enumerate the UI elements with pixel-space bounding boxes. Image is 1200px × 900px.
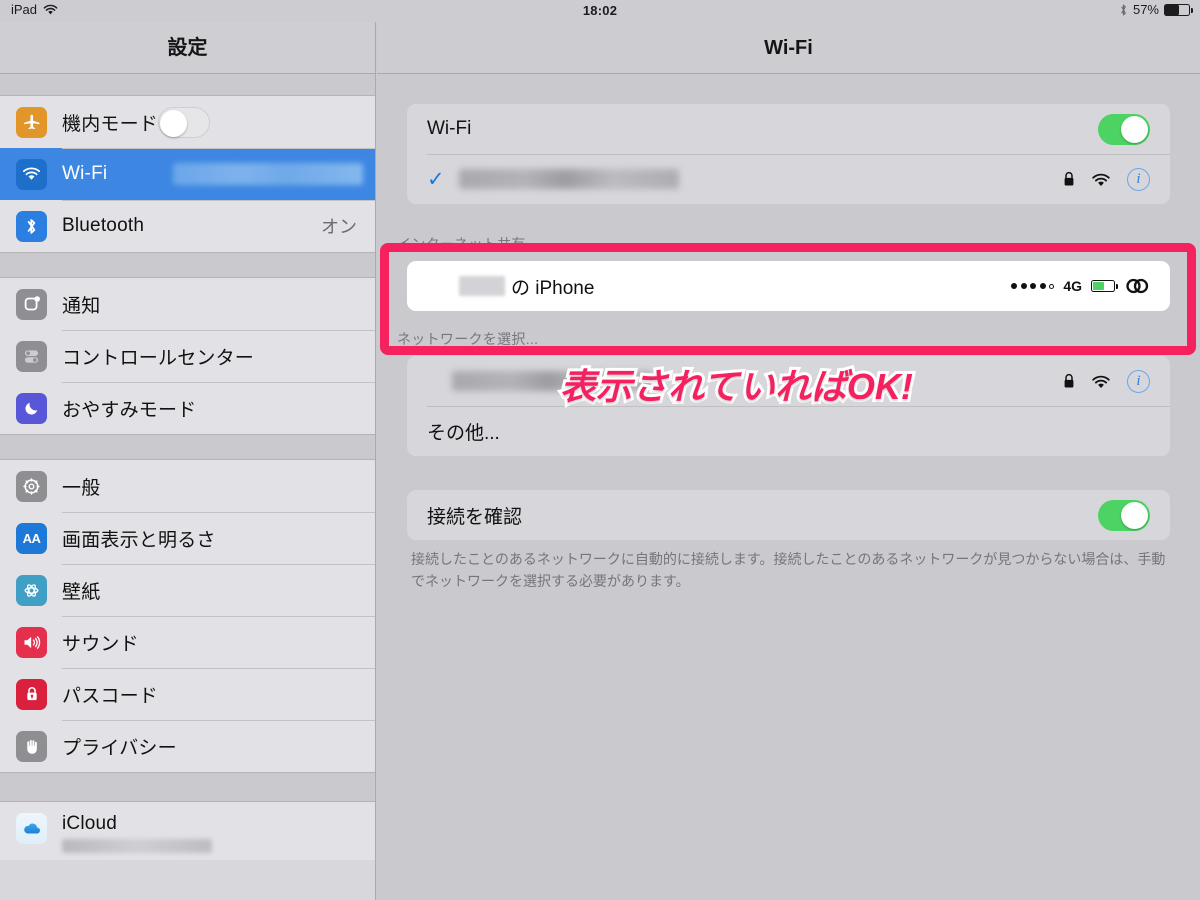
sidebar-item-bluetooth[interactable]: Bluetooth オン [0, 200, 375, 252]
sidebar-item-wifi[interactable]: Wi-Fi [0, 148, 375, 200]
sidebar-group-notifications: 通知 コントロールセンター おやすみモード [0, 278, 375, 434]
wifi-icon [1091, 374, 1111, 389]
wifi-icon [16, 158, 47, 190]
wifi-row-label: Wi-Fi [427, 118, 472, 139]
notifications-icon [16, 288, 47, 320]
battery-icon [1164, 3, 1193, 16]
bluetooth-icon [1119, 3, 1128, 17]
wifi-card: Wi-Fi ✓ i [407, 104, 1170, 204]
other-network-label: その他... [427, 422, 500, 444]
connected-ssid-redacted [458, 169, 679, 189]
sidebar-item-privacy[interactable]: プライバシー [0, 720, 375, 772]
sidebar-item-airplane-mode[interactable]: 機内モード [0, 96, 375, 148]
sidebar-item-display-brightness[interactable]: AA 画面表示と明るさ [0, 512, 375, 564]
detail-title: Wi-Fi [377, 22, 1200, 74]
sidebar-item-label: サウンド [62, 633, 139, 655]
group-divider [0, 74, 375, 96]
tether-battery-icon [1091, 280, 1119, 292]
control-center-icon [16, 340, 47, 372]
tether-device-suffix: の iPhone [511, 277, 595, 299]
choose-network-header: ネットワークを選択... [397, 331, 539, 347]
ask-to-join-row[interactable]: 接続を確認 [407, 490, 1170, 540]
chain-link-icon [1124, 276, 1150, 296]
sidebar-item-notifications[interactable]: 通知 [0, 278, 375, 330]
sidebar-item-label: Bluetooth [62, 215, 145, 236]
info-icon[interactable]: i [1127, 167, 1150, 191]
checkmark-icon: ✓ [427, 167, 445, 191]
group-divider [0, 434, 375, 460]
do-not-disturb-icon [16, 392, 47, 424]
sidebar-item-label: コントロールセンター [62, 347, 255, 369]
sidebar-item-do-not-disturb[interactable]: おやすみモード [0, 382, 375, 434]
ask-to-join-footer: 接続したことのあるネットワークに自動的に接続します。接続したことのあるネットワー… [411, 551, 1166, 589]
airplane-mode-switch[interactable] [158, 106, 211, 138]
wifi-switch[interactable] [1098, 113, 1150, 145]
sidebar-item-label: 通知 [62, 295, 101, 317]
sidebar-item-icloud[interactable]: iCloud [0, 802, 375, 860]
lock-icon [1063, 171, 1075, 187]
wallpaper-icon [16, 574, 47, 606]
status-bar-right: 57% [1119, 2, 1193, 17]
connected-network-row[interactable]: ✓ i [407, 154, 1170, 204]
annotation-text: 表示されていればOK! [557, 363, 916, 410]
tether-status-indicators: 4G [1011, 276, 1150, 296]
sidebar-item-sounds[interactable]: サウンド [0, 616, 375, 668]
sidebar-group-accounts: iCloud [0, 802, 375, 860]
sidebar-item-label: プライバシー [62, 737, 177, 759]
airplane-icon [16, 106, 47, 138]
sidebar-item-label: パスコード [62, 685, 159, 707]
sidebar-item-label: 画面表示と明るさ [62, 529, 216, 551]
page-title: 設定 [0, 22, 375, 74]
sidebar-item-label: Wi-Fi [62, 163, 108, 184]
sound-icon [16, 626, 47, 658]
privacy-hand-icon [16, 730, 47, 762]
internet-sharing-header: インターネット共有 [397, 236, 526, 252]
sidebar-wifi-value-redacted [173, 163, 363, 185]
info-icon[interactable]: i [1127, 369, 1150, 393]
sidebar-item-control-center[interactable]: コントロールセンター [0, 330, 375, 382]
sidebar-item-passcode[interactable]: パスコード [0, 668, 375, 720]
sidebar-item-label: iCloud [62, 813, 118, 834]
sidebar-item-general[interactable]: 一般 [0, 460, 375, 512]
sidebar-group-system: 一般 AA 画面表示と明るさ 壁紙 サウンド パスコード プライバシー [0, 460, 375, 772]
display-brightness-icon: AA [16, 522, 47, 554]
icloud-icon [16, 813, 47, 844]
sidebar-item-label: 一般 [62, 477, 101, 499]
gear-icon [16, 470, 47, 502]
other-network-row[interactable]: その他... [407, 406, 1170, 456]
wifi-icon [1091, 172, 1111, 187]
internet-sharing-card: の iPhone 4G [407, 261, 1170, 311]
tether-device-name-redacted [459, 276, 505, 296]
status-bar-clock: 18:02 [582, 3, 618, 18]
sidebar-item-label: 壁紙 [62, 581, 101, 603]
sidebar-group-connectivity: 機内モード Wi-Fi Bluetooth オン [0, 96, 375, 252]
bluetooth-icon [16, 210, 47, 242]
sidebar-bluetooth-value: オン [321, 217, 357, 237]
lock-icon [1063, 373, 1075, 389]
ask-to-join-switch[interactable] [1098, 499, 1150, 531]
wifi-detail-pane: Wi-Fi Wi-Fi ✓ i インターネット共有 の iPhone 4G ネッ… [377, 22, 1200, 900]
wifi-toggle-row[interactable]: Wi-Fi [407, 104, 1170, 154]
carrier-tech-label: 4G [1063, 278, 1082, 294]
group-divider [0, 252, 375, 278]
lock-icon [16, 678, 47, 710]
sidebar-item-wallpaper[interactable]: 壁紙 [0, 564, 375, 616]
sidebar-item-label: 機内モード [62, 113, 159, 135]
status-bar: iPad 18:02 57% [0, 0, 1200, 22]
ipad-settings-screen: iPad 18:02 57% 設定 機内モード Wi-Fi Bluetooth … [0, 0, 1200, 900]
settings-sidebar[interactable]: 設定 機内モード Wi-Fi Bluetooth オン 通知 コントロールセンタ… [0, 22, 376, 900]
sidebar-item-label: おやすみモード [62, 399, 197, 421]
ask-to-join-label: 接続を確認 [427, 506, 523, 528]
icloud-account-redacted [62, 839, 212, 853]
cellular-signal-dots [1011, 283, 1055, 289]
tether-device-row[interactable]: の iPhone 4G [407, 261, 1170, 311]
ask-to-join-card: 接続を確認 [407, 490, 1170, 540]
group-divider [0, 772, 375, 802]
battery-percent-label: 57% [1132, 2, 1159, 17]
